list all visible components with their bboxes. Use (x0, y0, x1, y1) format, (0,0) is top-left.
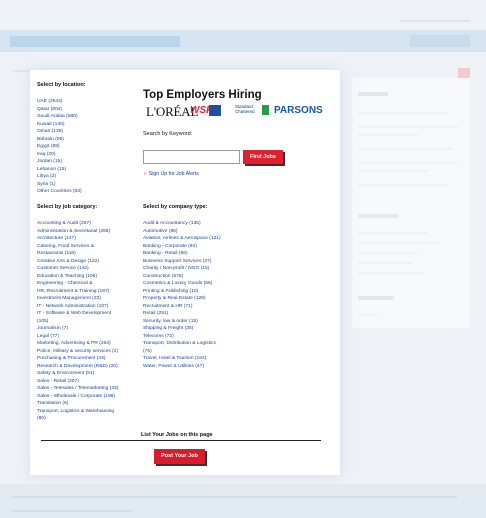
category-link[interactable]: Translation (6) (37, 400, 118, 408)
category-link[interactable]: Safety & Environment (51) (37, 370, 118, 378)
category-link[interactable]: Sales - Wholesale / Corporate (199) (37, 393, 118, 401)
company-type-link[interactable]: Water, Power & Utilities (47) (143, 363, 221, 371)
company-type-link[interactable]: Charity / Non-profit / NGO (15) (143, 265, 221, 273)
category-list: Accounting & Audit (257) Administration &… (37, 220, 118, 423)
category-link[interactable]: Legal (77) (37, 333, 118, 341)
location-link[interactable]: Oman (139) (37, 128, 82, 136)
location-link[interactable]: Jordan (15) (37, 158, 82, 166)
keyword-label: Search by Keyword: (143, 131, 193, 137)
standard-chartered-mark-icon (262, 105, 269, 115)
company-type-link[interactable]: Transport, Distribution & Logistics (143, 340, 221, 348)
category-link[interactable]: Education & Teaching (109) (37, 273, 118, 281)
header-button (410, 35, 470, 47)
find-jobs-button[interactable]: Find Jobs (243, 150, 283, 164)
location-list: UAE (2542) Qatar (604) Saudi Arabia (580) K… (37, 98, 82, 196)
keyword-search-input[interactable] (143, 150, 240, 164)
category-link[interactable]: Engineering - Chemical & (37, 280, 118, 288)
company-type-link[interactable]: Telecoms (72) (143, 333, 221, 341)
top-navigation-bar (0, 30, 486, 52)
company-type-link[interactable]: Audit & Accountancy (135) (143, 220, 221, 228)
category-link[interactable]: Sales - Retail (207) (37, 378, 118, 386)
location-link[interactable]: Saudi Arabia (580) (37, 113, 82, 121)
location-link[interactable]: UAE (2542) (37, 98, 82, 106)
category-link[interactable]: Purchasing & Procurement (43) (37, 355, 118, 363)
right-sidebar (352, 78, 470, 328)
location-link[interactable]: Qatar (604) (37, 106, 82, 114)
company-type-heading: Select by company type: (143, 204, 208, 210)
category-link[interactable]: IT - Software & Web Development (37, 310, 118, 318)
company-type-link[interactable]: Recruitment & HR (71) (143, 303, 221, 311)
category-link[interactable]: HR, Recruitment & Training (187) (37, 288, 118, 296)
logo-icon (209, 105, 221, 116)
company-type-list: Audit & Accountancy (135) Automotive (86)… (143, 220, 221, 370)
company-type-link[interactable]: Security, law & order (15) (143, 318, 221, 326)
company-type-link[interactable]: Automotive (86) (143, 228, 221, 236)
company-type-link[interactable]: Retail (251) (143, 310, 221, 318)
category-link[interactable]: Administration & Secretarial (265) (37, 228, 118, 236)
top-employers-heading: Top Employers Hiring (143, 89, 262, 101)
standard-chartered-logo[interactable]: Standard Chartered (235, 104, 263, 114)
company-type-link[interactable]: Banking - Corporate (92) (143, 243, 221, 251)
category-link[interactable]: Research & Development (R&D) (20) (37, 363, 118, 371)
location-link[interactable]: Iraq (20) (37, 151, 82, 159)
category-link[interactable]: Customer Service (142) (37, 265, 118, 273)
company-type-link[interactable]: Travel, Hotel & Tourism (164) (143, 355, 221, 363)
company-type-link[interactable]: Shipping & Freight (36) (143, 325, 221, 333)
company-type-link[interactable]: Banking - Retail (66) (143, 250, 221, 258)
category-link[interactable]: Sales - Telesales / Telemarketing (33) (37, 385, 118, 393)
footer (0, 484, 486, 518)
company-type-link[interactable]: Business Support Services (37) (143, 258, 221, 266)
divider (41, 440, 321, 441)
category-link[interactable]: Police, military & security services (2) (37, 348, 118, 356)
company-type-link[interactable]: Printing & Publishing (10) (143, 288, 221, 296)
company-type-link[interactable]: Aviation, Airlines & Aerospace (121) (143, 235, 221, 243)
category-link[interactable]: Creative Arts & Design (122) (37, 258, 118, 266)
notification-icon (458, 68, 470, 78)
location-heading: Select by location: (37, 82, 86, 88)
job-alerts-link[interactable]: › Sign Up for Job Alerts (144, 171, 199, 177)
company-type-link[interactable]: Cosmetics & Luxury Goods (55) (143, 280, 221, 288)
category-link[interactable]: Architecture (147) (37, 235, 118, 243)
category-link[interactable]: Restaurants (116) (37, 250, 118, 258)
nav-menu (10, 36, 180, 47)
location-link[interactable]: Kuwait (140) (37, 121, 82, 129)
location-link[interactable]: Egypt (89) (37, 143, 82, 151)
company-type-link[interactable]: (76) (143, 348, 221, 356)
location-link[interactable]: Syria (1) (37, 181, 82, 189)
location-link[interactable]: Lebanon (15) (37, 166, 82, 174)
list-jobs-label: List Your Jobs on this page (141, 432, 213, 438)
category-link[interactable]: Transport, Logistics & Warehousing (37, 408, 118, 416)
category-link[interactable]: Catering, Food Services & (37, 243, 118, 251)
category-heading: Select by job category: (37, 204, 98, 210)
parsons-logo[interactable]: PARSONS (274, 105, 323, 116)
category-link[interactable]: Accounting & Audit (257) (37, 220, 118, 228)
company-type-link[interactable]: Property & Real Estate (128) (143, 295, 221, 303)
category-link[interactable]: Marketing, Advertising & PR (264) (37, 340, 118, 348)
location-link[interactable]: Bahrain (95) (37, 136, 82, 144)
post-job-button[interactable]: Post Your Job (154, 449, 205, 464)
category-link[interactable]: Journalism (7) (37, 325, 118, 333)
company-type-link[interactable]: Construction (575) (143, 273, 221, 281)
category-link[interactable]: Investment Management (23) (37, 295, 118, 303)
location-link[interactable]: Libya (2) (37, 173, 82, 181)
category-link[interactable]: IT - Network Administration (107) (37, 303, 118, 311)
category-link[interactable]: (80) (37, 415, 118, 423)
category-link[interactable]: (105) (37, 318, 118, 326)
job-alerts-label: Sign Up for Job Alerts (148, 171, 199, 177)
location-link[interactable]: Other Countries (53) (37, 188, 82, 196)
chevron-right-icon: › (144, 171, 146, 177)
